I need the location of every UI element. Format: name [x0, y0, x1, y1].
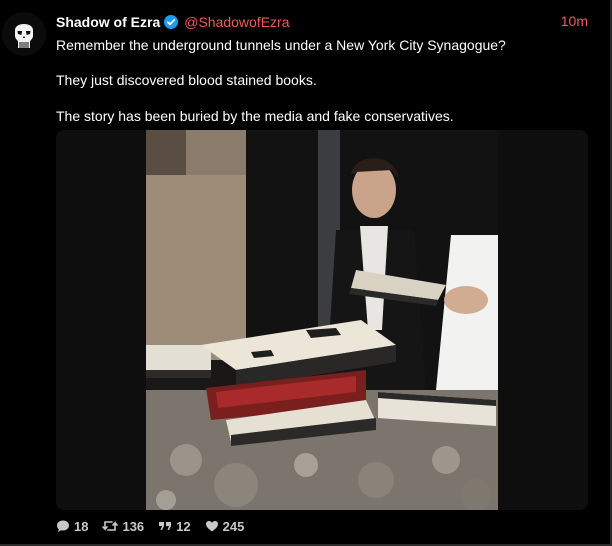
reply-icon — [57, 520, 69, 532]
author-display-name[interactable]: Shadow of Ezra — [56, 14, 160, 30]
quote-count: 12 — [176, 518, 191, 534]
post-card[interactable]: Shadow of Ezra @ShadowofEzra 10m Remembe… — [0, 0, 612, 546]
author-handle[interactable]: @ShadowofEzra — [184, 14, 289, 30]
post-actions: 18 136 12 245 — [56, 517, 258, 535]
post-text-line-1: Remember the underground tunnels under a… — [56, 37, 506, 53]
post-photo[interactable] — [146, 130, 498, 510]
reply-button[interactable]: 18 — [56, 519, 88, 534]
post-text-line-2: They just discovered blood stained books… — [56, 72, 317, 88]
post-media[interactable] — [56, 130, 588, 510]
repost-count: 136 — [122, 518, 145, 534]
avatar[interactable] — [2, 12, 46, 56]
post-header: Shadow of Ezra @ShadowofEzra — [56, 13, 290, 31]
repost-button[interactable]: 136 — [102, 519, 144, 534]
quote-button[interactable]: 12 — [158, 518, 191, 534]
quote-icon — [159, 522, 172, 530]
skull-logo-icon — [2, 12, 46, 56]
reply-count: 18 — [74, 518, 89, 534]
like-button[interactable]: 245 — [205, 518, 245, 534]
repost-icon — [102, 521, 119, 531]
like-icon — [205, 521, 218, 532]
post-text-line-3: The story has been buried by the media a… — [56, 108, 454, 124]
like-count: 245 — [222, 518, 245, 534]
post-timestamp[interactable]: 10m — [561, 13, 588, 29]
verified-badge-icon — [164, 15, 179, 29]
